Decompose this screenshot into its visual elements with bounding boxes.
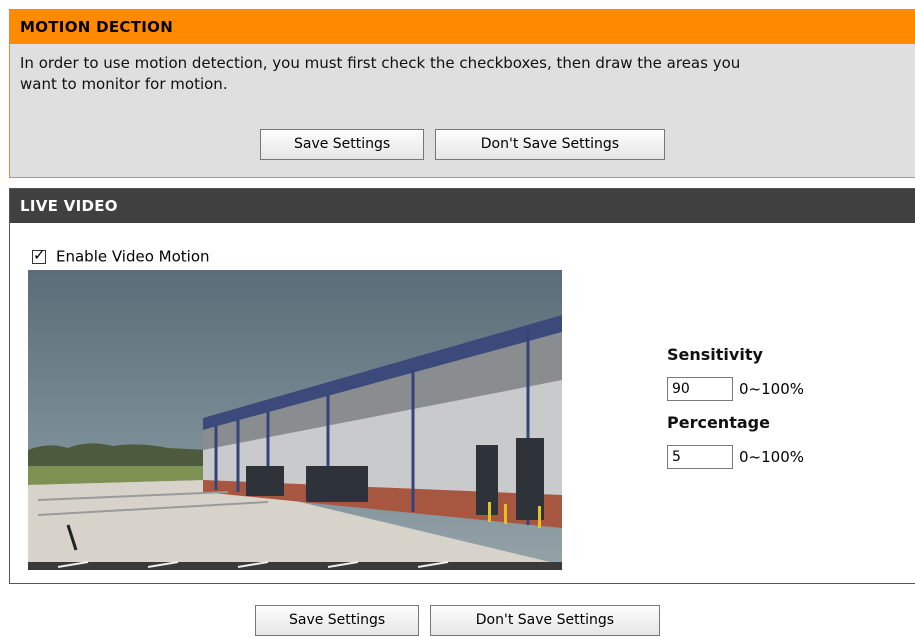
motion-detection-header: MOTION DECTION [10, 10, 915, 44]
percentage-range-label: 0~100% [739, 447, 804, 466]
save-settings-button[interactable]: Save Settings [260, 129, 425, 160]
motion-button-row: Save Settings Don't Save Settings [10, 129, 915, 160]
percentage-input[interactable]: 5 [667, 444, 733, 469]
sensitivity-row: 90 0~100% [667, 376, 804, 401]
live-video-header: LIVE VIDEO [10, 189, 915, 223]
enable-video-motion-row: ✓ Enable Video Motion [32, 245, 210, 267]
checkmark-icon: ✓ [33, 245, 46, 264]
sensitivity-range-label: 0~100% [739, 379, 804, 398]
description-line-1: In order to use motion detection, you mu… [20, 54, 741, 72]
percentage-label: Percentage [667, 413, 770, 432]
description-line-2: want to monitor for motion. [20, 75, 228, 93]
sensitivity-label: Sensitivity [667, 345, 763, 364]
motion-detection-panel: MOTION DECTION In order to use motion de… [9, 9, 915, 178]
live-video-feed[interactable] [28, 270, 562, 570]
sensitivity-input[interactable]: 90 [667, 376, 733, 401]
enable-video-motion-label: Enable Video Motion [56, 247, 210, 266]
warehouse-video-image [28, 270, 562, 570]
live-video-panel: LIVE VIDEO ✓ Enable Video Motion Sensiti… [9, 188, 915, 584]
enable-video-motion-checkbox[interactable]: ✓ [32, 246, 46, 264]
motion-detection-description: In order to use motion detection, you mu… [10, 44, 915, 95]
dont-save-settings-button[interactable]: Don't Save Settings [434, 129, 665, 160]
bottom-button-row: Save Settings Don't Save Settings [0, 605, 915, 636]
motion-controls: Sensitivity 90 0~100% Percentage 5 0~100% [667, 345, 804, 469]
bottom-save-settings-button[interactable]: Save Settings [255, 605, 420, 636]
bottom-dont-save-settings-button[interactable]: Don't Save Settings [429, 605, 660, 636]
percentage-row: 5 0~100% [667, 444, 804, 469]
